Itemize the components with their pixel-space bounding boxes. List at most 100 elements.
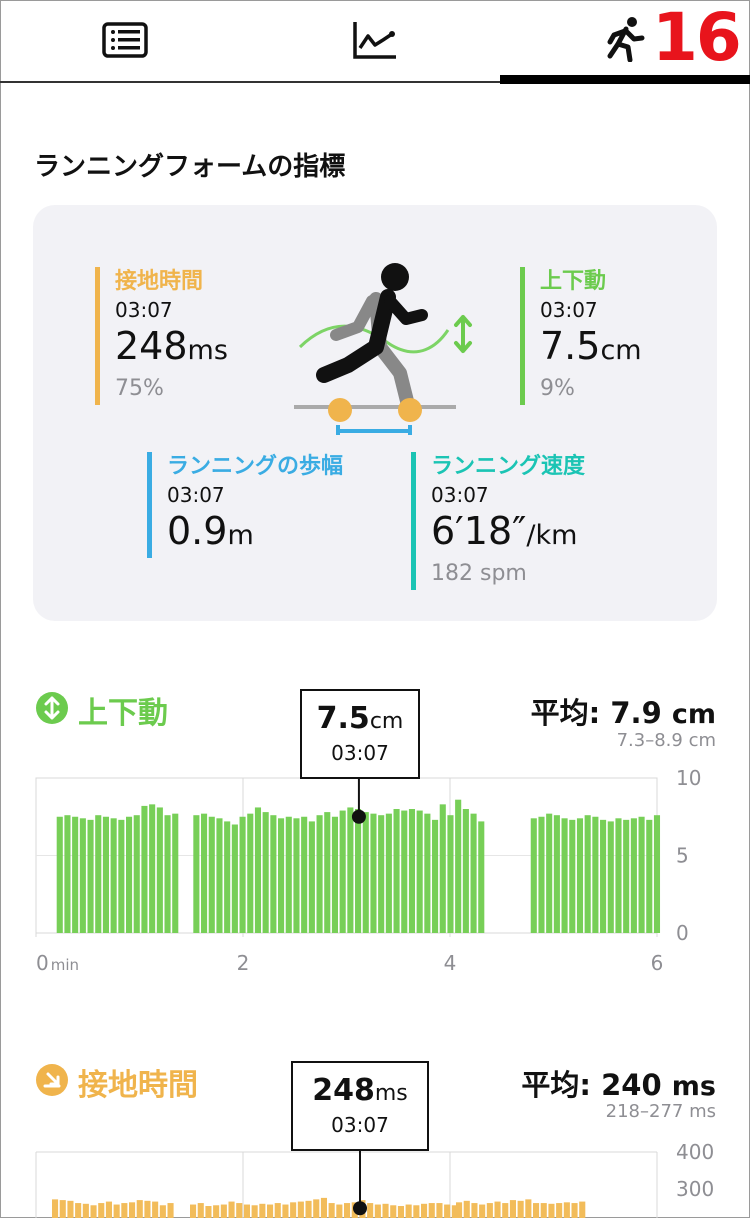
data-bar — [224, 821, 231, 933]
data-bar — [347, 807, 354, 933]
data-bar — [405, 1204, 412, 1218]
data-bar — [316, 815, 323, 933]
data-bar — [213, 1205, 220, 1218]
highlight-point — [351, 809, 366, 824]
stride-length-value: 0.9 — [167, 509, 228, 553]
data-bar — [251, 1205, 258, 1218]
data-bar — [167, 1203, 174, 1218]
data-bar — [439, 804, 446, 933]
running-speed-label: ランニング速度 — [431, 454, 586, 479]
data-bar — [285, 816, 292, 933]
data-bar — [301, 816, 308, 933]
running-icon — [607, 17, 645, 62]
data-bar — [579, 1201, 586, 1218]
ground-contact-tooltip: 248ms 03:07 — [291, 1061, 429, 1151]
data-bar — [193, 815, 200, 933]
vertical-oscillation-metric[interactable]: 上下動 03:07 7.5cm 9% — [520, 267, 642, 405]
data-bar — [646, 819, 653, 933]
data-bar — [133, 815, 140, 933]
y-tick-label: 400 — [676, 1140, 714, 1164]
y-tick-label: 5 — [676, 844, 689, 868]
ground-contact-range: 218–277 ms — [605, 1101, 716, 1122]
data-bar — [576, 818, 584, 933]
data-bar — [313, 1199, 320, 1218]
tab-charts[interactable] — [250, 0, 500, 80]
data-bar — [393, 809, 400, 933]
data-bar — [382, 1203, 389, 1218]
data-bar — [563, 1202, 570, 1218]
stride-length-label: ランニングの歩幅 — [167, 454, 344, 479]
data-bar — [561, 818, 568, 933]
data-bar — [638, 816, 645, 933]
data-bar — [486, 1203, 493, 1218]
data-bar — [615, 818, 622, 933]
data-bar — [247, 813, 254, 933]
data-bar — [413, 1205, 420, 1218]
data-bar — [305, 1200, 312, 1218]
average-value: 7.9 — [610, 696, 662, 730]
data-bar — [385, 813, 392, 933]
average-value: 240 — [601, 1068, 662, 1102]
data-bar — [569, 819, 576, 933]
data-bar — [220, 1204, 227, 1218]
data-bar — [79, 818, 86, 933]
ground-contact-bar — [95, 267, 100, 405]
running-speed-value: 6′18″ — [431, 509, 527, 553]
data-bar — [571, 1203, 578, 1218]
stride-length-bar — [147, 452, 152, 558]
running-form-card: 接地時間 03:07 248ms 75% 上下動 03:07 7.5cm 9% … — [33, 205, 717, 621]
ground-contact-unit: ms — [187, 335, 228, 366]
data-bar — [270, 815, 277, 933]
highlight-point — [353, 1201, 367, 1216]
tooltip-unit: ms — [374, 1081, 408, 1106]
data-bar — [308, 821, 315, 933]
data-bar — [367, 1203, 374, 1218]
tab-running-form[interactable]: 16 — [500, 0, 750, 80]
data-bar — [144, 1200, 151, 1218]
ground-contact-metric[interactable]: 接地時間 03:07 248ms 75% — [95, 267, 228, 405]
data-bar — [67, 1200, 74, 1218]
data-bar — [478, 821, 485, 933]
running-speed-metric[interactable]: ランニング速度 03:07 6′18″/km 182 spm — [411, 452, 586, 590]
data-bar — [378, 815, 385, 933]
data-bar — [82, 1203, 89, 1218]
data-bar — [517, 1200, 524, 1218]
vertical-oscillation-chart[interactable]: 10 5 0 0 min 2 4 6 — [0, 760, 750, 990]
list-icon — [102, 22, 148, 58]
data-bar — [390, 1205, 397, 1218]
tab-badge: 16 — [652, 0, 742, 76]
tab-summary[interactable] — [0, 0, 250, 80]
data-bar — [470, 813, 477, 933]
data-bar — [102, 816, 109, 933]
data-bar — [416, 810, 423, 933]
data-bar — [538, 816, 545, 933]
ground-contact-label: 接地時間 — [115, 269, 204, 294]
data-bar — [197, 1203, 204, 1218]
data-bar — [556, 1203, 563, 1218]
active-tab-indicator — [500, 75, 750, 84]
data-bar — [339, 810, 346, 933]
data-bar — [129, 1202, 136, 1218]
vertical-oscillation-chart-title: 上下動 — [78, 696, 168, 731]
stride-length-metric[interactable]: ランニングの歩幅 03:07 0.9m — [147, 452, 343, 559]
data-bar — [428, 1203, 435, 1218]
x-tick-label: 0 min — [36, 951, 79, 975]
data-bar — [254, 807, 262, 933]
data-bar — [121, 1203, 128, 1218]
vertical-oscillation-average: 平均: 7.9 cm — [531, 690, 716, 732]
data-bar — [344, 1203, 351, 1218]
data-bar — [623, 819, 630, 933]
data-bar — [630, 818, 637, 933]
data-bar — [607, 821, 614, 933]
data-bar — [397, 1206, 404, 1218]
ground-contact-chart-title: 接地時間 — [78, 1068, 198, 1103]
data-bar — [533, 1203, 540, 1218]
y-tick-label: 0 — [676, 921, 689, 945]
data-bar — [494, 1201, 501, 1218]
data-bar — [297, 1201, 304, 1218]
data-bar — [141, 805, 148, 933]
data-bar — [540, 1203, 547, 1218]
running-speed-bar — [411, 452, 416, 590]
data-bar — [87, 819, 94, 933]
data-bar — [424, 813, 431, 933]
